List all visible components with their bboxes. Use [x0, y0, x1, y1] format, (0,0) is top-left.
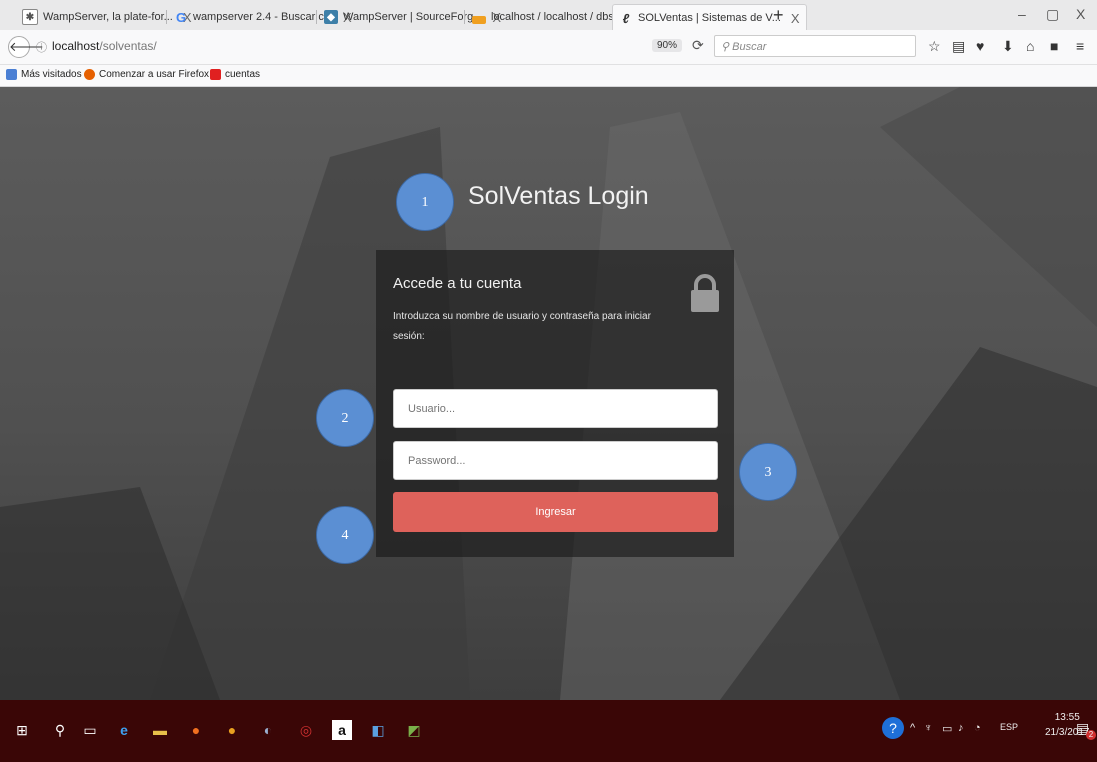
restore-button[interactable]: ▢ — [1046, 6, 1059, 23]
login-card: Accede a tu cuenta Introduzca su nombre … — [376, 250, 734, 557]
menu-icon[interactable]: ≡ — [1076, 38, 1084, 54]
battery-icon[interactable]: ▭ — [942, 722, 952, 735]
reading-list-icon[interactable]: ▤ — [952, 38, 965, 55]
tab-title: WampServer, la plate-for... — [43, 11, 173, 23]
bookmark-folder-icon — [6, 69, 17, 80]
bookmark-most-visited[interactable]: Más visitados — [6, 69, 82, 80]
sourceforge-icon: ◆ — [324, 10, 338, 24]
help-icon[interactable]: ? — [882, 717, 904, 739]
wifi-icon[interactable]: ◔ — [974, 722, 981, 734]
callout-marker: 2 — [316, 389, 374, 447]
chevron-up-icon[interactable]: ^ — [910, 722, 915, 734]
media-icon[interactable]: ◐ — [258, 720, 278, 740]
amazon-icon[interactable]: a — [332, 720, 352, 740]
phpmyadmin-icon — [472, 16, 486, 24]
bookmarks-bar: Más visitados Comenzar a usar Firefox cu… — [0, 65, 1097, 87]
windows-taskbar: ⊞ ⚲ ▭ e ▬ ● ● ◐ ◎ a ◧ ◩ ? ^ ♆ ▭ ♪ ◔ ESP … — [0, 700, 1097, 762]
browser-tab-strip: ✱ WampServer, la plate-for... X G wampse… — [0, 0, 1097, 31]
extension-icon[interactable]: ■ — [1050, 38, 1058, 54]
close-tab-icon[interactable]: X — [791, 11, 800, 26]
pocket-icon[interactable]: ♥ — [976, 38, 984, 54]
page-background: SolVentas Login Accede a tu cuenta Intro… — [0, 87, 1097, 700]
reload-icon[interactable]: ⟳ — [692, 37, 704, 54]
url-path: /solventas/ — [99, 39, 157, 53]
callout-marker: 4 — [316, 506, 374, 564]
card-instructions: Introduzca su nombre de usuario y contra… — [393, 311, 651, 342]
windows-start-icon[interactable]: ⊞ — [12, 720, 32, 740]
bookmark-label: cuentas — [225, 69, 261, 80]
login-title: SolVentas Login — [468, 182, 649, 210]
callout-marker: 1 — [396, 173, 454, 231]
notification-badge: 2 — [1086, 730, 1096, 740]
bookmark-label: Comenzar a usar Firefox — [99, 69, 210, 80]
language-indicator[interactable]: ESP — [1000, 722, 1018, 732]
download-icon[interactable]: ⬇ — [1002, 38, 1014, 55]
firefox-icon[interactable]: ● — [186, 720, 206, 740]
app-icon[interactable]: ◧ — [368, 720, 388, 740]
tab-title: WampServer | SourceForg... — [343, 11, 483, 23]
bookmark-star-icon[interactable]: ☆ — [928, 38, 941, 55]
bookmark-label: Más visitados — [21, 69, 82, 80]
lock-icon — [691, 274, 719, 312]
firefox-icon — [84, 69, 95, 80]
speaker-icon[interactable]: ♪ — [958, 722, 964, 734]
tab-title: localhost / localhost / dbs... — [491, 11, 624, 23]
file-explorer-icon[interactable]: ▬ — [150, 720, 170, 740]
bookmark-firefox[interactable]: Comenzar a usar Firefox — [84, 69, 209, 80]
network-icon[interactable]: ♆ — [924, 722, 932, 734]
app-icon[interactable]: ◩ — [404, 720, 424, 740]
youtube-icon — [210, 69, 221, 80]
wampserver-icon: ✱ — [22, 9, 38, 25]
url-host: localhost — [52, 39, 100, 53]
new-tab-button[interactable]: + — [773, 5, 784, 26]
search-icon: ⚲ — [721, 41, 730, 53]
bookmark-cuentas[interactable]: cuentas — [210, 69, 260, 80]
navigation-bar: 🡐 ⓘ localhost/solventas/ 90% ⟳ ⚲ Buscar … — [0, 30, 1097, 65]
search-icon[interactable]: ⚲ — [50, 720, 70, 740]
login-submit-button[interactable]: Ingresar — [393, 492, 718, 532]
site-info-icon[interactable]: ⓘ — [36, 39, 47, 55]
home-icon[interactable]: ⌂ — [1026, 38, 1034, 54]
edge-icon[interactable]: e — [114, 720, 134, 740]
solventas-icon: ℓ — [622, 10, 630, 26]
tab-title: wampserver 2.4 - Buscar c... — [193, 11, 333, 23]
callout-marker: 3 — [739, 443, 797, 501]
address-bar[interactable]: localhost/solventas/ — [52, 39, 157, 53]
username-input[interactable] — [393, 389, 718, 428]
back-button[interactable]: 🡐 — [8, 36, 44, 58]
app-icon[interactable]: ◎ — [296, 720, 316, 740]
card-heading: Accede a tu cuenta — [393, 275, 522, 292]
minimize-button[interactable]: – — [1018, 6, 1026, 22]
close-window-button[interactable]: X — [1076, 6, 1085, 22]
zoom-level[interactable]: 90% — [652, 39, 683, 52]
search-box[interactable]: ⚲ Buscar — [714, 35, 916, 57]
password-input[interactable] — [393, 441, 718, 480]
search-placeholder: Buscar — [732, 41, 767, 53]
task-view-icon[interactable]: ▭ — [80, 720, 100, 740]
chrome-icon[interactable]: ● — [222, 720, 242, 740]
tab-title: SOLVentas | Sistemas de V... — [638, 12, 781, 24]
google-icon: G — [175, 9, 187, 25]
